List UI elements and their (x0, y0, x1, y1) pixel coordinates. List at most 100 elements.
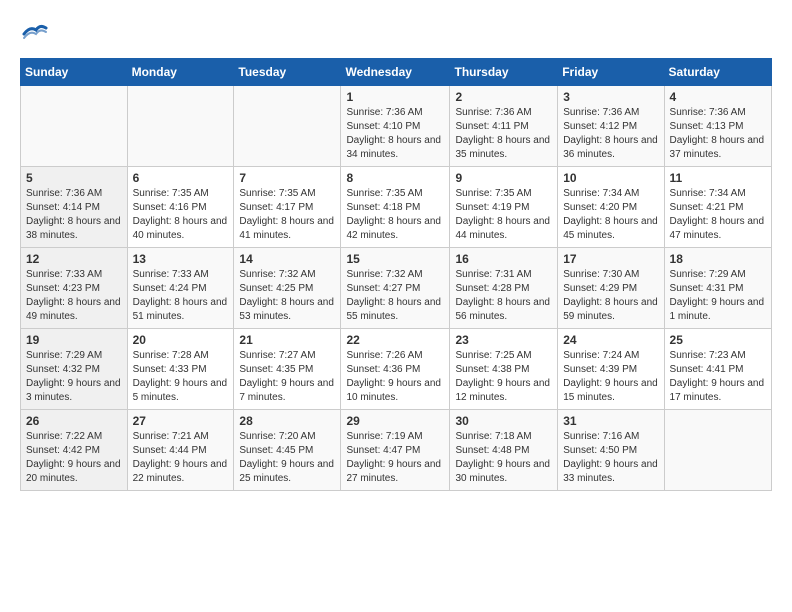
week-row-5: 26Sunrise: 7:22 AM Sunset: 4:42 PM Dayli… (21, 410, 772, 491)
day-cell: 20Sunrise: 7:28 AM Sunset: 4:33 PM Dayli… (127, 329, 234, 410)
day-info: Sunrise: 7:34 AM Sunset: 4:21 PM Dayligh… (670, 187, 766, 243)
day-info: Sunrise: 7:23 AM Sunset: 4:41 PM Dayligh… (670, 349, 766, 405)
day-number: 18 (670, 252, 766, 266)
day-info: Sunrise: 7:21 AM Sunset: 4:44 PM Dayligh… (133, 430, 229, 486)
day-number: 15 (346, 252, 444, 266)
day-info: Sunrise: 7:36 AM Sunset: 4:12 PM Dayligh… (563, 106, 658, 162)
day-cell: 22 Sunrise: 7:26 AM Sunset: 4:36 PM Dayli… (341, 329, 450, 410)
day-header-friday: Friday (558, 59, 664, 86)
day-cell: 26Sunrise: 7:22 AM Sunset: 4:42 PM Dayli… (21, 410, 128, 491)
day-info: Sunrise: 7:34 AM Sunset: 4:20 PM Dayligh… (563, 187, 658, 243)
day-number: 10 (563, 171, 658, 185)
day-cell: 9 Sunrise: 7:35 AM Sunset: 4:19 PM Daylig… (450, 167, 558, 248)
day-info: Sunrise: 7:35 AM Sunset: 4:18 PM Dayligh… (346, 187, 444, 243)
day-info: Sunrise: 7:25 AM Sunset: 4:38 PM Dayligh… (455, 349, 552, 405)
day-header-tuesday: Tuesday (234, 59, 341, 86)
day-cell: 16 Sunrise: 7:31 AM Sunset: 4:28 PM Dayli… (450, 248, 558, 329)
week-row-1: 1 Sunrise: 7:36 AM Sunset: 4:10 PM Daylig… (21, 86, 772, 167)
day-number: 23 (455, 333, 552, 347)
day-info: Sunrise: 7:33 AM Sunset: 4:24 PM Dayligh… (133, 268, 229, 324)
day-info: Sunrise: 7:32 AM Sunset: 4:27 PM Dayligh… (346, 268, 444, 324)
day-cell: 8 Sunrise: 7:35 AM Sunset: 4:18 PM Daylig… (341, 167, 450, 248)
day-info: Sunrise: 7:27 AM Sunset: 4:35 PM Dayligh… (239, 349, 335, 405)
day-number: 21 (239, 333, 335, 347)
day-number: 2 (455, 90, 552, 104)
day-number: 28 (239, 414, 335, 428)
day-info: Sunrise: 7:28 AM Sunset: 4:33 PM Dayligh… (133, 349, 229, 405)
day-cell: 30 Sunrise: 7:18 AM Sunset: 4:48 PM Dayli… (450, 410, 558, 491)
day-info: Sunrise: 7:26 AM Sunset: 4:36 PM Dayligh… (346, 349, 444, 405)
day-header-monday: Monday (127, 59, 234, 86)
day-cell: 29 Sunrise: 7:19 AM Sunset: 4:47 PM Dayli… (341, 410, 450, 491)
day-info: Sunrise: 7:35 AM Sunset: 4:16 PM Dayligh… (133, 187, 229, 243)
week-row-2: 5 Sunrise: 7:36 AM Sunset: 4:14 PM Daylig… (21, 167, 772, 248)
day-number: 8 (346, 171, 444, 185)
day-info: Sunrise: 7:22 AM Sunset: 4:42 PM Dayligh… (26, 430, 122, 486)
day-cell: 2 Sunrise: 7:36 AM Sunset: 4:11 PM Daylig… (450, 86, 558, 167)
day-info: Sunrise: 7:18 AM Sunset: 4:48 PM Dayligh… (455, 430, 552, 486)
day-cell (234, 86, 341, 167)
day-info: Sunrise: 7:36 AM Sunset: 4:11 PM Dayligh… (455, 106, 552, 162)
day-cell: 5 Sunrise: 7:36 AM Sunset: 4:14 PM Daylig… (21, 167, 128, 248)
days-header-row: SundayMondayTuesdayWednesdayThursdayFrid… (21, 59, 772, 86)
day-number: 29 (346, 414, 444, 428)
page-header (20, 20, 772, 48)
day-number: 3 (563, 90, 658, 104)
day-cell: 23 Sunrise: 7:25 AM Sunset: 4:38 PM Dayli… (450, 329, 558, 410)
day-number: 12 (26, 252, 122, 266)
day-info: Sunrise: 7:35 AM Sunset: 4:19 PM Dayligh… (455, 187, 552, 243)
day-info: Sunrise: 7:32 AM Sunset: 4:25 PM Dayligh… (239, 268, 335, 324)
day-info: Sunrise: 7:29 AM Sunset: 4:31 PM Dayligh… (670, 268, 766, 324)
day-info: Sunrise: 7:20 AM Sunset: 4:45 PM Dayligh… (239, 430, 335, 486)
day-info: Sunrise: 7:36 AM Sunset: 4:14 PM Dayligh… (26, 187, 122, 243)
day-number: 22 (346, 333, 444, 347)
day-cell: 11 Sunrise: 7:34 AM Sunset: 4:21 PM Dayli… (664, 167, 771, 248)
day-header-saturday: Saturday (664, 59, 771, 86)
day-number: 6 (133, 171, 229, 185)
day-info: Sunrise: 7:36 AM Sunset: 4:10 PM Dayligh… (346, 106, 444, 162)
day-info: Sunrise: 7:33 AM Sunset: 4:23 PM Dayligh… (26, 268, 122, 324)
calendar-table: SundayMondayTuesdayWednesdayThursdayFrid… (20, 58, 772, 491)
day-cell: 6 Sunrise: 7:35 AM Sunset: 4:16 PM Daylig… (127, 167, 234, 248)
day-info: Sunrise: 7:35 AM Sunset: 4:17 PM Dayligh… (239, 187, 335, 243)
day-info: Sunrise: 7:30 AM Sunset: 4:29 PM Dayligh… (563, 268, 658, 324)
day-cell: 25Sunrise: 7:23 AM Sunset: 4:41 PM Dayli… (664, 329, 771, 410)
day-cell: 31Sunrise: 7:16 AM Sunset: 4:50 PM Dayli… (558, 410, 664, 491)
day-number: 19 (26, 333, 122, 347)
day-number: 30 (455, 414, 552, 428)
day-number: 9 (455, 171, 552, 185)
logo-icon (20, 20, 48, 48)
day-cell: 17Sunrise: 7:30 AM Sunset: 4:29 PM Dayli… (558, 248, 664, 329)
day-cell (664, 410, 771, 491)
day-cell: 4Sunrise: 7:36 AM Sunset: 4:13 PM Daylig… (664, 86, 771, 167)
day-number: 16 (455, 252, 552, 266)
day-info: Sunrise: 7:24 AM Sunset: 4:39 PM Dayligh… (563, 349, 658, 405)
day-number: 5 (26, 171, 122, 185)
day-header-sunday: Sunday (21, 59, 128, 86)
day-cell: 7Sunrise: 7:35 AM Sunset: 4:17 PM Daylig… (234, 167, 341, 248)
day-cell: 18 Sunrise: 7:29 AM Sunset: 4:31 PM Dayli… (664, 248, 771, 329)
day-cell: 10 Sunrise: 7:34 AM Sunset: 4:20 PM Dayli… (558, 167, 664, 248)
week-row-4: 19 Sunrise: 7:29 AM Sunset: 4:32 PM Dayli… (21, 329, 772, 410)
logo (20, 20, 52, 48)
day-cell: 14Sunrise: 7:32 AM Sunset: 4:25 PM Dayli… (234, 248, 341, 329)
day-header-wednesday: Wednesday (341, 59, 450, 86)
day-number: 11 (670, 171, 766, 185)
day-number: 13 (133, 252, 229, 266)
day-number: 31 (563, 414, 658, 428)
day-cell: 13 Sunrise: 7:33 AM Sunset: 4:24 PM Dayli… (127, 248, 234, 329)
day-cell: 12 Sunrise: 7:33 AM Sunset: 4:23 PM Dayli… (21, 248, 128, 329)
week-row-3: 12 Sunrise: 7:33 AM Sunset: 4:23 PM Dayli… (21, 248, 772, 329)
day-cell: 27 Sunrise: 7:21 AM Sunset: 4:44 PM Dayli… (127, 410, 234, 491)
day-number: 27 (133, 414, 229, 428)
day-info: Sunrise: 7:29 AM Sunset: 4:32 PM Dayligh… (26, 349, 122, 405)
day-cell: 3 Sunrise: 7:36 AM Sunset: 4:12 PM Daylig… (558, 86, 664, 167)
day-number: 4 (670, 90, 766, 104)
day-info: Sunrise: 7:19 AM Sunset: 4:47 PM Dayligh… (346, 430, 444, 486)
day-header-thursday: Thursday (450, 59, 558, 86)
day-cell: 15 Sunrise: 7:32 AM Sunset: 4:27 PM Dayli… (341, 248, 450, 329)
day-number: 1 (346, 90, 444, 104)
day-cell (21, 86, 128, 167)
day-info: Sunrise: 7:31 AM Sunset: 4:28 PM Dayligh… (455, 268, 552, 324)
day-cell: 1 Sunrise: 7:36 AM Sunset: 4:10 PM Daylig… (341, 86, 450, 167)
